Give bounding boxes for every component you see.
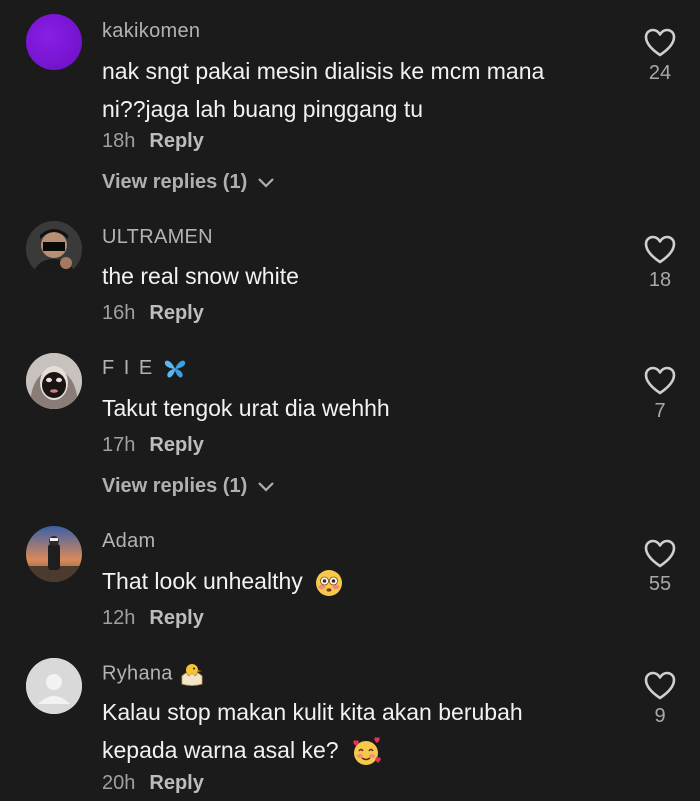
avatar[interactable] xyxy=(26,526,82,582)
comment-text: the real snow white xyxy=(102,257,622,295)
comment-meta: 17h Reply xyxy=(102,434,204,457)
comment-time: 16h xyxy=(102,302,136,324)
comment-username[interactable]: Adam xyxy=(102,530,155,553)
sunset-figure-photo xyxy=(26,526,82,582)
reply-button[interactable]: Reply xyxy=(149,772,203,794)
comment-time: 17h xyxy=(102,434,136,456)
blue-butterfly-icon xyxy=(164,360,185,378)
comment-username[interactable]: kakikomen xyxy=(102,20,200,43)
heart-icon xyxy=(644,539,676,568)
chevron-down-icon xyxy=(258,481,274,492)
comment-text: Kalau stop makan kulit kita akan berubah… xyxy=(102,693,622,769)
like-count: 7 xyxy=(654,400,666,422)
comment-text-line: kepada warna asal ke? xyxy=(102,737,339,763)
view-replies-button[interactable]: View replies (1) xyxy=(102,171,275,194)
face-mask-photo xyxy=(26,353,82,409)
comment-text: Takut tengok urat dia wehhh xyxy=(102,389,622,427)
avatar[interactable] xyxy=(26,14,82,70)
reply-button[interactable]: Reply xyxy=(149,607,203,629)
comment-meta: 12h Reply xyxy=(102,607,204,630)
comment-meta: 18h Reply xyxy=(102,130,204,153)
comment-time: 12h xyxy=(102,607,136,629)
like-count: 18 xyxy=(648,269,672,291)
comment-text-line: nak sngt pakai mesin dialisis ke mcm man… xyxy=(102,58,545,84)
reply-button[interactable]: Reply xyxy=(149,434,203,456)
comment-username[interactable]: ULTRAMEN xyxy=(102,226,213,249)
comment-text: That look unhealthy xyxy=(102,562,622,600)
reply-button[interactable]: Reply xyxy=(149,130,203,152)
like-count: 24 xyxy=(648,62,672,84)
like-button[interactable]: 18 xyxy=(641,235,679,292)
like-button[interactable]: 55 xyxy=(641,539,679,596)
avatar[interactable] xyxy=(26,221,82,277)
heart-icon xyxy=(644,28,676,57)
username-label: Ryhana xyxy=(102,662,173,685)
view-replies-label: View replies (1) xyxy=(102,171,248,193)
flushed-face-emoji xyxy=(316,569,343,596)
comment-meta: 20h Reply xyxy=(102,772,204,795)
like-button[interactable]: 9 xyxy=(641,671,679,728)
smiling-face-with-hearts-emoji xyxy=(353,737,381,765)
comment-text-line: the real snow white xyxy=(102,263,299,289)
view-replies-label: View replies (1) xyxy=(102,475,248,497)
comment-text-line: That look unhealthy xyxy=(102,568,303,594)
heart-icon xyxy=(644,366,676,395)
like-button[interactable]: 24 xyxy=(641,28,679,85)
reply-button[interactable]: Reply xyxy=(149,302,203,324)
comment-username[interactable]: Ryhana xyxy=(102,662,205,686)
heart-icon xyxy=(644,235,676,264)
avatar[interactable] xyxy=(26,658,82,714)
heart-icon xyxy=(644,671,676,700)
hatching-chick-emoji xyxy=(181,664,203,686)
masked-man-photo xyxy=(26,221,82,277)
comment-text-line-2: kepada warna asal ke? xyxy=(102,731,622,769)
comment-text-line: ni??jaga lah buang pinggang tu xyxy=(102,96,424,122)
like-count: 55 xyxy=(648,573,672,595)
comment-time: 20h xyxy=(102,772,136,794)
like-button[interactable]: 7 xyxy=(641,366,679,423)
default-user-icon xyxy=(26,658,82,714)
comment-text-line: Takut tengok urat dia wehhh xyxy=(102,395,390,421)
comment-time: 18h xyxy=(102,130,136,152)
comment-text-line: Kalau stop makan kulit kita akan berubah xyxy=(102,699,523,725)
view-replies-button[interactable]: View replies (1) xyxy=(102,475,275,498)
like-count: 9 xyxy=(654,705,666,727)
comment-text: nak sngt pakai mesin dialisis ke mcm man… xyxy=(102,52,622,128)
comment-username[interactable]: F I E xyxy=(102,357,186,380)
username-label: F I E xyxy=(102,357,155,379)
comment-meta: 16h Reply xyxy=(102,302,204,325)
avatar[interactable] xyxy=(26,353,82,409)
chevron-down-icon xyxy=(258,177,274,188)
